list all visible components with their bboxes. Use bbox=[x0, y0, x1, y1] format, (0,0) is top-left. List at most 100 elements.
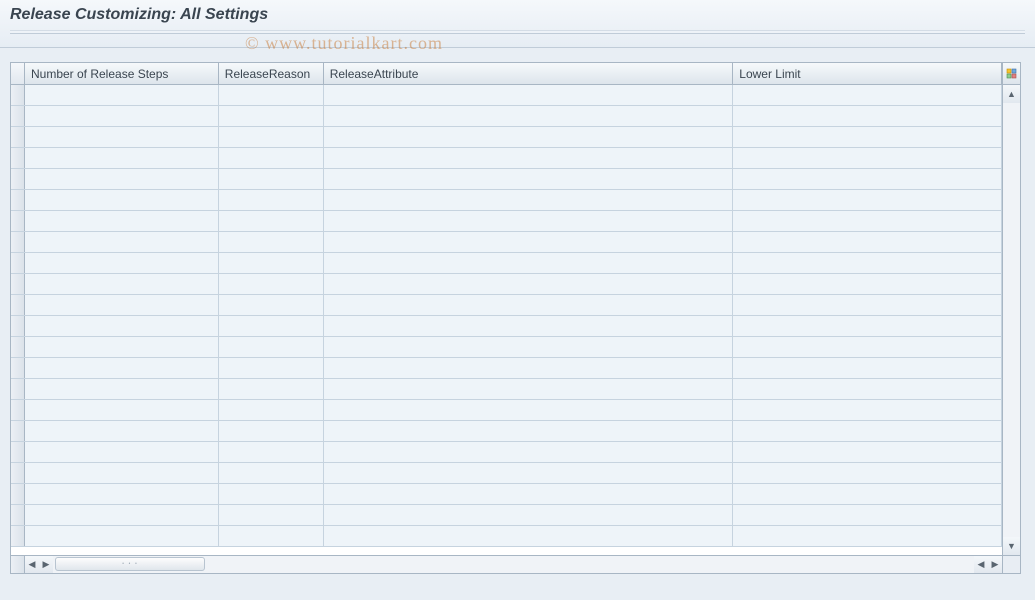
cell-reason[interactable] bbox=[219, 274, 324, 294]
cell-reason[interactable] bbox=[219, 505, 324, 525]
row-selector[interactable] bbox=[11, 484, 25, 504]
row-selector[interactable] bbox=[11, 253, 25, 273]
cell-steps[interactable] bbox=[25, 211, 219, 231]
hscroll-left-button[interactable]: ◀ bbox=[25, 556, 39, 573]
cell-steps[interactable] bbox=[25, 295, 219, 315]
cell-limit[interactable] bbox=[733, 232, 1002, 252]
cell-steps[interactable] bbox=[25, 505, 219, 525]
cell-limit[interactable] bbox=[733, 106, 1002, 126]
cell-attribute[interactable] bbox=[324, 484, 734, 504]
cell-steps[interactable] bbox=[25, 190, 219, 210]
cell-limit[interactable] bbox=[733, 169, 1002, 189]
row-selector[interactable] bbox=[11, 505, 25, 525]
row-selector[interactable] bbox=[11, 106, 25, 126]
cell-limit[interactable] bbox=[733, 442, 1002, 462]
cell-limit[interactable] bbox=[733, 358, 1002, 378]
cell-attribute[interactable] bbox=[324, 106, 734, 126]
row-selector[interactable] bbox=[11, 337, 25, 357]
row-selector[interactable] bbox=[11, 526, 25, 546]
cell-limit[interactable] bbox=[733, 211, 1002, 231]
cell-attribute[interactable] bbox=[324, 379, 734, 399]
row-selector[interactable] bbox=[11, 400, 25, 420]
cell-steps[interactable] bbox=[25, 526, 219, 546]
cell-reason[interactable] bbox=[219, 358, 324, 378]
cell-reason[interactable] bbox=[219, 337, 324, 357]
cell-steps[interactable] bbox=[25, 253, 219, 273]
cell-limit[interactable] bbox=[733, 421, 1002, 441]
cell-reason[interactable] bbox=[219, 253, 324, 273]
column-header-steps[interactable]: Number of Release Steps bbox=[25, 63, 219, 84]
cell-attribute[interactable] bbox=[324, 295, 734, 315]
row-selector[interactable] bbox=[11, 85, 25, 105]
cell-limit[interactable] bbox=[733, 526, 1002, 546]
hscroll-track-left[interactable]: ᛫᛫᛫ bbox=[53, 556, 853, 573]
cell-steps[interactable] bbox=[25, 337, 219, 357]
cell-reason[interactable] bbox=[219, 106, 324, 126]
cell-reason[interactable] bbox=[219, 85, 324, 105]
cell-attribute[interactable] bbox=[324, 148, 734, 168]
cell-steps[interactable] bbox=[25, 400, 219, 420]
cell-steps[interactable] bbox=[25, 232, 219, 252]
cell-attribute[interactable] bbox=[324, 421, 734, 441]
cell-attribute[interactable] bbox=[324, 169, 734, 189]
cell-limit[interactable] bbox=[733, 148, 1002, 168]
cell-limit[interactable] bbox=[733, 190, 1002, 210]
cell-reason[interactable] bbox=[219, 211, 324, 231]
column-header-limit[interactable]: Lower Limit bbox=[733, 63, 1002, 84]
cell-limit[interactable] bbox=[733, 295, 1002, 315]
cell-reason[interactable] bbox=[219, 169, 324, 189]
cell-attribute[interactable] bbox=[324, 505, 734, 525]
cell-attribute[interactable] bbox=[324, 400, 734, 420]
table-settings-button[interactable] bbox=[1003, 63, 1020, 85]
select-all-rows[interactable] bbox=[11, 63, 25, 84]
cell-attribute[interactable] bbox=[324, 358, 734, 378]
cell-attribute[interactable] bbox=[324, 337, 734, 357]
cell-attribute[interactable] bbox=[324, 274, 734, 294]
cell-steps[interactable] bbox=[25, 463, 219, 483]
column-header-reason[interactable]: ReleaseReason bbox=[219, 63, 324, 84]
row-selector[interactable] bbox=[11, 421, 25, 441]
cell-reason[interactable] bbox=[219, 484, 324, 504]
cell-attribute[interactable] bbox=[324, 316, 734, 336]
cell-reason[interactable] bbox=[219, 190, 324, 210]
cell-steps[interactable] bbox=[25, 358, 219, 378]
cell-limit[interactable] bbox=[733, 253, 1002, 273]
cell-limit[interactable] bbox=[733, 127, 1002, 147]
row-selector[interactable] bbox=[11, 379, 25, 399]
cell-steps[interactable] bbox=[25, 484, 219, 504]
hscroll-left-end-button[interactable]: ◀ bbox=[974, 556, 988, 573]
cell-limit[interactable] bbox=[733, 274, 1002, 294]
row-selector[interactable] bbox=[11, 442, 25, 462]
cell-attribute[interactable] bbox=[324, 211, 734, 231]
cell-reason[interactable] bbox=[219, 442, 324, 462]
cell-attribute[interactable] bbox=[324, 190, 734, 210]
cell-reason[interactable] bbox=[219, 400, 324, 420]
cell-steps[interactable] bbox=[25, 379, 219, 399]
cell-reason[interactable] bbox=[219, 127, 324, 147]
hscroll-right-step-button[interactable]: ▶ bbox=[39, 556, 53, 573]
cell-limit[interactable] bbox=[733, 463, 1002, 483]
cell-limit[interactable] bbox=[733, 484, 1002, 504]
cell-reason[interactable] bbox=[219, 148, 324, 168]
row-selector[interactable] bbox=[11, 316, 25, 336]
cell-steps[interactable] bbox=[25, 316, 219, 336]
cell-reason[interactable] bbox=[219, 379, 324, 399]
cell-limit[interactable] bbox=[733, 379, 1002, 399]
cell-reason[interactable] bbox=[219, 232, 324, 252]
cell-limit[interactable] bbox=[733, 400, 1002, 420]
column-header-attribute[interactable]: ReleaseAttribute bbox=[324, 63, 734, 84]
cell-attribute[interactable] bbox=[324, 85, 734, 105]
cell-limit[interactable] bbox=[733, 337, 1002, 357]
row-selector[interactable] bbox=[11, 274, 25, 294]
row-selector[interactable] bbox=[11, 295, 25, 315]
cell-reason[interactable] bbox=[219, 421, 324, 441]
vscroll-track[interactable] bbox=[1003, 103, 1020, 537]
cell-steps[interactable] bbox=[25, 106, 219, 126]
vscroll-down-button[interactable]: ▼ bbox=[1003, 537, 1020, 555]
cell-attribute[interactable] bbox=[324, 442, 734, 462]
cell-steps[interactable] bbox=[25, 148, 219, 168]
row-selector[interactable] bbox=[11, 190, 25, 210]
row-selector[interactable] bbox=[11, 463, 25, 483]
cell-reason[interactable] bbox=[219, 316, 324, 336]
cell-attribute[interactable] bbox=[324, 526, 734, 546]
